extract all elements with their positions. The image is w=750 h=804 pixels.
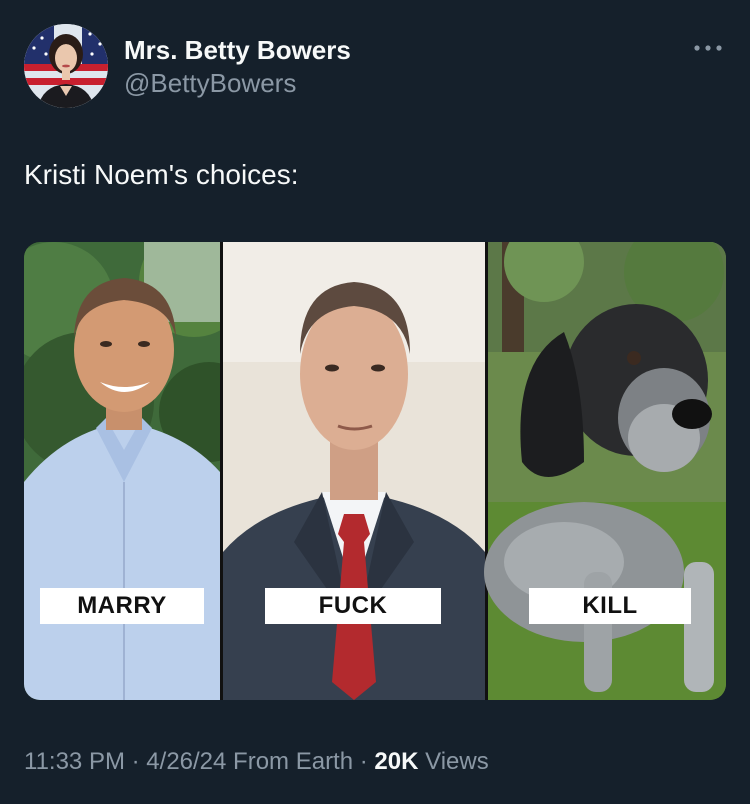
author-avatar[interactable] <box>24 24 108 108</box>
more-options-icon <box>694 45 722 51</box>
views-label: Views <box>425 748 489 775</box>
views-count[interactable]: 20K <box>374 748 418 775</box>
tweet-date[interactable]: 4/26/24 <box>146 748 226 775</box>
panel-label-fuck: FUCK <box>265 588 441 624</box>
portrait-avatar-icon <box>24 24 108 108</box>
tweet-source: From Earth <box>233 748 354 775</box>
author-handle[interactable]: @BettyBowers <box>124 66 351 100</box>
author-display-name[interactable]: Mrs. Betty Bowers <box>124 34 351 66</box>
tweet-time[interactable]: 11:33 PM <box>24 748 125 775</box>
tweet-card: Mrs. Betty Bowers @BettyBowers Kristi No… <box>0 0 750 804</box>
panel-label-kill: KILL <box>529 588 691 624</box>
tweet-media[interactable]: MARRY FUCK KILL <box>24 242 726 700</box>
tweet-header: Mrs. Betty Bowers @BettyBowers <box>24 24 726 110</box>
author-info: Mrs. Betty Bowers @BettyBowers <box>124 34 351 100</box>
panel-label-marry: MARRY <box>40 588 204 624</box>
tweet-text: Kristi Noem's choices: <box>24 159 299 190</box>
more-options-button[interactable] <box>692 38 724 58</box>
meta-separator: · <box>359 748 368 775</box>
media-image <box>24 242 726 700</box>
meta-separator: · <box>131 748 140 775</box>
panel-fuck-image <box>223 242 485 700</box>
panel-kill-image <box>484 242 726 700</box>
tweet-metadata: 11:33 PM · 4/26/24 From Earth · 20K View… <box>24 745 489 779</box>
